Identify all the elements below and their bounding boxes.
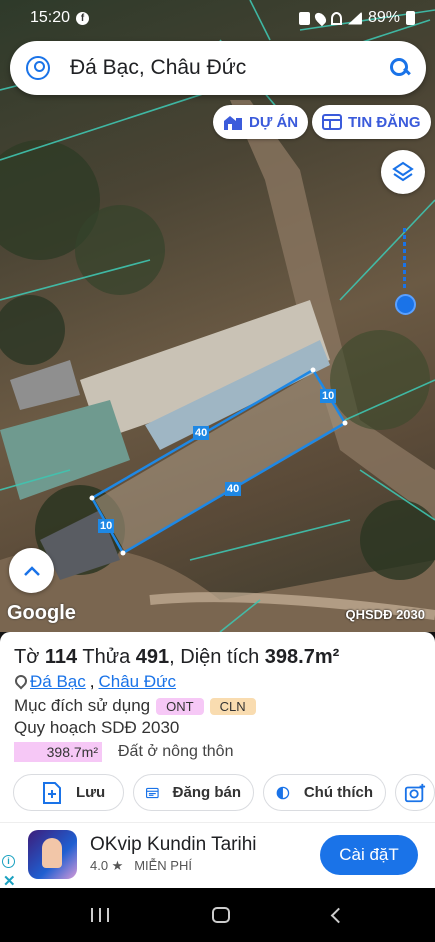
camera-plus-icon — [404, 783, 426, 802]
sale-board-icon — [146, 787, 159, 798]
commune-link[interactable]: Đá Bạc — [30, 672, 86, 692]
land-use-row: Mục đích sử dụng ONT CLN — [14, 696, 421, 716]
signal-icon — [347, 11, 362, 25]
search-bar[interactable]: Đá Bạc, Châu Đức — [10, 41, 426, 95]
layers-button[interactable] — [381, 150, 425, 194]
battery-percent: 89% — [367, 9, 400, 26]
land-use-tag-ont: ONT — [156, 697, 204, 715]
home-icon[interactable] — [211, 907, 230, 923]
location-status-icon — [312, 10, 329, 26]
planning-layer-label: QHSDĐ 2030 — [345, 607, 425, 622]
parcel-location: Đá Bạc, Châu Đức — [14, 672, 421, 692]
building-icon — [224, 116, 242, 130]
sheet-number: 114 — [44, 646, 78, 668]
parcel-edge-label-3: 40 — [225, 482, 242, 496]
action-buttons: Lưu Đăng bán Chú thích — [0, 774, 435, 812]
listings-chip-label: TIN ĐĂNG — [348, 113, 421, 131]
save-document-icon — [43, 781, 61, 804]
parcel-edge-label-2: 40 — [193, 426, 210, 440]
projects-chip-label: DỰ ÁN — [249, 113, 299, 131]
system-nav-bar — [0, 888, 435, 942]
ad-app-name[interactable]: OKvip Kundin Tarihi — [90, 834, 257, 856]
google-logo: Google — [7, 602, 76, 624]
parcel-edge-label-4: 10 — [98, 519, 115, 533]
planning-area-badge: 398.7m² — [14, 742, 102, 762]
ad-info-icon[interactable]: i — [2, 855, 15, 868]
planning-area-row: 398.7m² Đất ở nông thôn — [14, 742, 421, 762]
parcel-label: Thửa — [82, 646, 131, 668]
my-location-dot — [395, 294, 416, 315]
ad-app-icon[interactable] — [28, 830, 77, 879]
half-circle-icon — [276, 786, 290, 799]
sheet-label: Tờ — [14, 646, 40, 668]
account-icon[interactable] — [26, 56, 50, 80]
facebook-notification-icon: f — [76, 11, 90, 25]
post-button-label: Đăng bán — [172, 784, 241, 801]
chevron-up-icon — [23, 565, 40, 576]
search-query[interactable]: Đá Bạc, Châu Đức — [70, 56, 390, 80]
parcel-edge-label-1: 10 — [320, 389, 337, 403]
ad-app-meta: 4.0 ★ MIỄN PHÍ — [90, 858, 192, 874]
battery-icon — [406, 11, 415, 25]
legend-button-label: Chú thích — [303, 784, 373, 801]
recents-icon[interactable] — [91, 908, 110, 922]
parcel-number: 491 — [135, 646, 170, 668]
area-value: 398.7m² — [264, 646, 340, 668]
district-link[interactable]: Châu Đức — [98, 672, 176, 692]
clock: 15:20 — [30, 9, 71, 26]
add-photo-button[interactable] — [395, 774, 435, 811]
search-icon[interactable] — [390, 58, 410, 78]
planning-title: Quy hoạch SDĐ 2030 — [14, 718, 180, 737]
back-icon[interactable] — [330, 907, 346, 923]
projects-chip[interactable]: DỰ ÁN — [213, 105, 309, 139]
notification-icon — [298, 11, 310, 25]
save-button-label: Lưu — [76, 784, 106, 801]
planning-land-type: Đất ở nông thôn — [118, 743, 234, 760]
area-label: Diện tích — [180, 646, 260, 668]
listing-icon — [322, 114, 342, 130]
status-bar: 15:20 f 89% — [0, 0, 435, 36]
ad-install-button[interactable]: Cài đặT — [320, 835, 418, 875]
land-use-label: Mục đích sử dụng — [14, 696, 151, 715]
post-for-sale-button[interactable]: Đăng bán — [133, 774, 254, 811]
save-button[interactable]: Lưu — [13, 774, 124, 811]
wifi-icon — [330, 11, 342, 25]
layers-icon — [392, 161, 414, 182]
listings-chip[interactable]: TIN ĐĂNG — [312, 105, 431, 139]
legend-button[interactable]: Chú thích — [263, 774, 386, 811]
parcel-title: Tờ 114 Thửa 491, Diện tích 398.7m² — [14, 646, 340, 668]
location-pin-icon — [14, 675, 26, 690]
ad-price: MIỄN PHÍ — [134, 858, 192, 873]
expand-sheet-button[interactable] — [9, 548, 54, 593]
land-use-tag-cln: CLN — [209, 697, 256, 715]
ad-banner[interactable]: i ✕ OKvip Kundin Tarihi 4.0 ★ MIỄN PHÍ C… — [0, 822, 435, 890]
ad-rating: 4.0 ★ — [90, 858, 124, 873]
accuracy-trail — [403, 228, 406, 290]
